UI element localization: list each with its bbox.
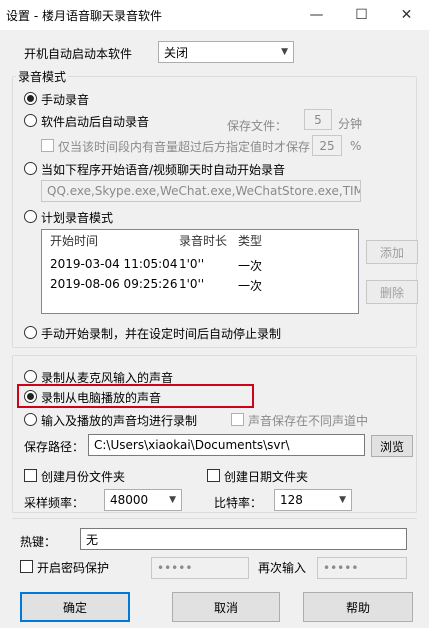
sample-rate-label: 采样频率： (24, 496, 85, 510)
monthly-folder-label: 创建月份文件夹 (41, 470, 126, 484)
maximize-button[interactable]: ☐ (339, 0, 384, 30)
window-title: 设置 - 楼月语音聊天录音软件 (6, 9, 162, 23)
table-header-duration: 录音时长 (179, 233, 228, 248)
auto-programs-label: 当如下程序开始语音/视频聊天时自动开始录音 (41, 163, 286, 177)
manual-timed-radio[interactable] (24, 326, 37, 339)
chevron-down-icon: ▼ (339, 495, 346, 505)
help-button[interactable]: 帮助 (303, 592, 413, 622)
auto-on-start-label: 软件启动后自动录音 (41, 115, 150, 129)
separate-channels-label: 声音保存在不同声道中 (248, 414, 369, 428)
bitrate-label: 比特率： (214, 496, 263, 510)
add-schedule-button[interactable]: 添加 (366, 240, 418, 264)
auto-programs-radio[interactable] (24, 162, 37, 175)
ok-button[interactable]: 确定 (20, 592, 130, 622)
mic-radio[interactable] (24, 370, 37, 383)
chevron-down-icon: ▼ (169, 495, 176, 505)
manual-record-label: 手动录音 (41, 93, 90, 107)
volume-only-label: 仅当该时间段内有音量超过后方指定值时才保存 (58, 140, 311, 154)
speaker-radio[interactable] (24, 390, 37, 403)
volume-only-checkbox[interactable] (41, 139, 54, 152)
save-file-label: 保存文件： (227, 119, 288, 133)
minutes-unit-label: 分钟 (338, 117, 363, 131)
bitrate-value: 128 (280, 493, 303, 507)
password-label: 开启密码保护 (37, 561, 110, 575)
hotkey-label: 热键： (20, 535, 57, 549)
manual-timed-label: 手动开始录制，并在设定时间后自动停止录制 (41, 327, 282, 341)
password-checkbox[interactable] (20, 560, 33, 573)
speaker-label: 录制从电脑播放的声音 (41, 391, 162, 405)
table-header-start: 开始时间 (50, 233, 99, 248)
record-mode-title: 录音模式 (16, 68, 69, 85)
divider (12, 518, 417, 519)
autostart-select-value: 关闭 (164, 45, 189, 60)
both-radio[interactable] (24, 413, 37, 426)
password-again-input[interactable]: ••••• (317, 557, 407, 579)
table-row-2-start[interactable]: 2019-08-06 09:25:26 (50, 277, 177, 291)
manual-record-radio[interactable] (24, 92, 37, 105)
table-row-2-type[interactable]: 一次 (238, 277, 262, 294)
close-button[interactable]: ✕ (384, 0, 429, 30)
programs-input[interactable]: QQ.exe,Skype.exe,WeChat.exe,WeChatStore.… (41, 180, 361, 202)
save-path-input[interactable]: C:\Users\xiaokai\Documents\svr\ (88, 434, 365, 456)
schedule-table[interactable]: 开始时间 录音时长 类型 2019-03-04 11:05:04 1'0'' 一… (41, 229, 359, 314)
password-again-label: 再次输入 (258, 561, 307, 575)
volume-threshold-input[interactable]: 25 (312, 135, 342, 156)
sample-rate-select[interactable]: 48000 ▼ (104, 489, 182, 511)
sample-rate-value: 48000 (110, 493, 149, 507)
chevron-down-icon: ▼ (281, 47, 288, 57)
date-folder-checkbox[interactable] (207, 469, 220, 482)
browse-button[interactable]: 浏览 (371, 435, 413, 457)
scheduled-radio[interactable] (24, 210, 37, 223)
save-path-label: 保存路径： (24, 440, 85, 454)
delete-schedule-button[interactable]: 删除 (366, 280, 418, 304)
save-minutes-input[interactable]: 5 (304, 109, 332, 130)
date-folder-label: 创建日期文件夹 (224, 470, 309, 484)
both-label: 输入及播放的声音均进行录制 (41, 414, 198, 428)
bitrate-select[interactable]: 128 ▼ (274, 489, 352, 511)
autostart-select[interactable]: 关闭 ▼ (158, 41, 294, 63)
table-row-1-type[interactable]: 一次 (238, 257, 262, 274)
hotkey-input[interactable]: 无 (80, 528, 407, 550)
scheduled-label: 计划录音模式 (41, 211, 114, 225)
separate-channels-checkbox[interactable] (231, 413, 244, 426)
table-row-1-start[interactable]: 2019-03-04 11:05:04 (50, 257, 177, 271)
minimize-button[interactable]: — (294, 0, 339, 30)
table-header-type: 类型 (238, 233, 263, 248)
password-input[interactable]: ••••• (151, 557, 249, 579)
auto-on-start-radio[interactable] (24, 114, 37, 127)
cancel-button[interactable]: 取消 (172, 592, 280, 622)
percent-label: % (350, 139, 362, 153)
monthly-folder-checkbox[interactable] (24, 469, 37, 482)
table-row-1-duration[interactable]: 1'0'' (179, 257, 204, 271)
autostart-label: 开机自动启动本软件 (24, 47, 133, 61)
table-row-2-duration[interactable]: 1'0'' (179, 277, 204, 291)
